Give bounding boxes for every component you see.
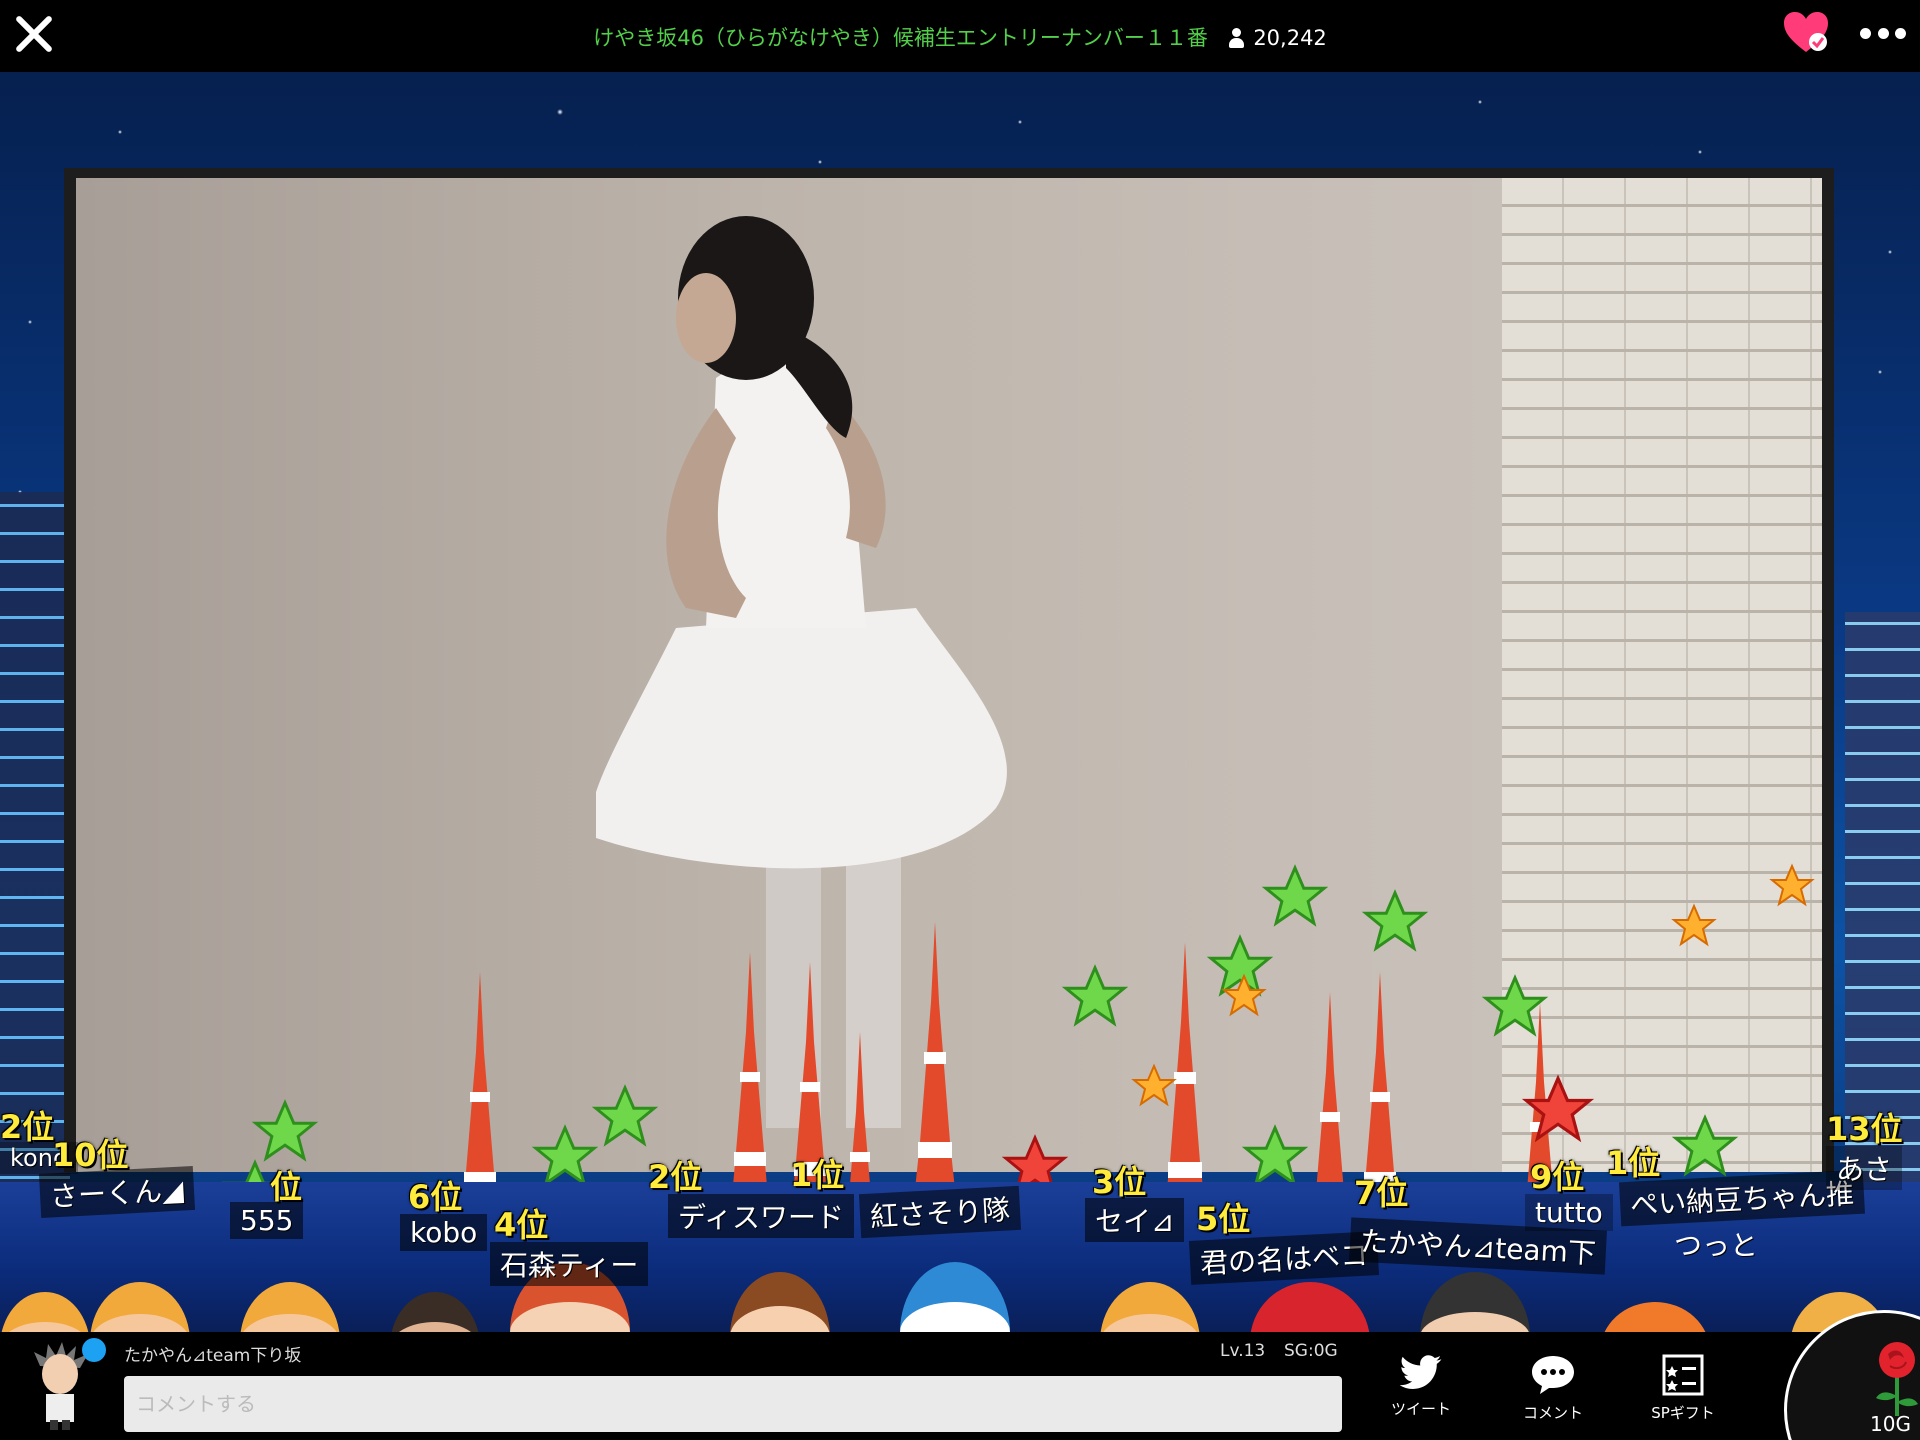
user-level: Lv.13 bbox=[1220, 1341, 1266, 1361]
broadcast-title-area: けやき坂46（ひらがなけやき）候補生エントリーナンバー１１番 20,242 bbox=[0, 22, 1920, 52]
comment-label: コメント bbox=[1522, 1404, 1583, 1422]
username: たかやん⊿team下り坂 bbox=[124, 1346, 302, 1366]
favorite-button[interactable] bbox=[1782, 10, 1830, 56]
boy-avatar bbox=[90, 1282, 190, 1332]
bottom-bar: たかやん⊿team下り坂 Lv.13 SG:0G ツイート コメント SPギフト bbox=[0, 1332, 1920, 1440]
rank-name: kobo bbox=[400, 1214, 488, 1251]
dancer-figure bbox=[596, 216, 1007, 1128]
rank-name: つっと bbox=[1674, 1229, 1759, 1262]
broadcast-title: けやき坂46（ひらがなけやき）候補生エントリーナンバー１１番 bbox=[593, 26, 1208, 50]
rank-name: 君の名はベコ bbox=[1188, 1231, 1380, 1285]
brick-wall bbox=[1502, 178, 1822, 1172]
rank-tag: 4位 bbox=[494, 1206, 549, 1244]
rank-name: セイ⊿ bbox=[1085, 1198, 1185, 1242]
heart-check-icon bbox=[1784, 12, 1828, 52]
rank-name: たかやん⊿team下 bbox=[1349, 1217, 1608, 1275]
tweet-button[interactable]: ツイート bbox=[1376, 1354, 1466, 1434]
redhead-avatar bbox=[510, 1262, 630, 1332]
spiky-avatar bbox=[1420, 1272, 1530, 1332]
boy-avatar bbox=[240, 1282, 340, 1332]
tweet-label: ツイート bbox=[1390, 1400, 1451, 1418]
gift-price: 10G bbox=[1870, 1412, 1911, 1436]
more-dot bbox=[1877, 28, 1889, 39]
comment-input[interactable] bbox=[124, 1376, 1342, 1432]
penguin-avatar bbox=[900, 1262, 1010, 1332]
rank-name: 紅さそり隊 bbox=[858, 1185, 1022, 1239]
boy-avatar bbox=[1100, 1282, 1200, 1332]
rank-name: tutto bbox=[1525, 1194, 1613, 1231]
boy-avatar bbox=[0, 1292, 90, 1332]
rank-name: 555 bbox=[230, 1202, 304, 1239]
rank-name: ぺい納豆ちゃん推 bbox=[1619, 1169, 1865, 1227]
girl-avatar bbox=[730, 1272, 830, 1332]
rose-bouquet bbox=[1250, 1282, 1370, 1332]
more-dot bbox=[1895, 28, 1906, 39]
rose-gift-button[interactable]: 10G bbox=[1778, 1310, 1920, 1440]
spgift-button[interactable]: SPギフト bbox=[1638, 1354, 1728, 1434]
rank-name: 石森ティー bbox=[490, 1242, 649, 1286]
user-sg: SG:0G bbox=[1284, 1341, 1338, 1361]
rank-tag: 5位 bbox=[1196, 1200, 1251, 1238]
broadcast-stage: 2位 kono 10位 さーくん◢ 位 555 6位 kobo 4位 石森ティー… bbox=[0, 72, 1920, 1332]
top-bar: けやき坂46（ひらがなけやき）候補生エントリーナンバー１１番 20,242 bbox=[0, 0, 1920, 72]
rose-icon bbox=[1876, 1342, 1918, 1416]
twitter-badge-icon bbox=[82, 1338, 106, 1362]
phoenix-avatar bbox=[1600, 1302, 1710, 1332]
live-video[interactable] bbox=[76, 178, 1822, 1172]
rank-tag: 6位 bbox=[408, 1178, 463, 1216]
user-avatar[interactable] bbox=[30, 1342, 90, 1430]
comment-button[interactable]: コメント bbox=[1508, 1354, 1598, 1434]
avatar-row bbox=[0, 1242, 1920, 1332]
ranking-ribbon bbox=[0, 1182, 1920, 1332]
more-dot bbox=[1860, 28, 1871, 39]
twitter-bird-icon bbox=[1399, 1355, 1442, 1389]
speech-bubble-icon bbox=[1532, 1356, 1574, 1394]
gift-list-icon bbox=[1662, 1354, 1704, 1396]
city-skyline-left bbox=[0, 492, 70, 1192]
viewer-icon bbox=[1228, 28, 1244, 48]
viewer-count: 20,242 bbox=[1253, 26, 1327, 50]
rank-tag: 7位 bbox=[1354, 1174, 1409, 1212]
spgift-label: SPギフト bbox=[1651, 1404, 1715, 1422]
man-avatar bbox=[390, 1292, 480, 1332]
rank-name: ディスワード bbox=[668, 1194, 855, 1238]
video-frame bbox=[64, 168, 1834, 1172]
more-button[interactable] bbox=[1860, 28, 1906, 42]
city-skyline-right bbox=[1845, 612, 1920, 1212]
